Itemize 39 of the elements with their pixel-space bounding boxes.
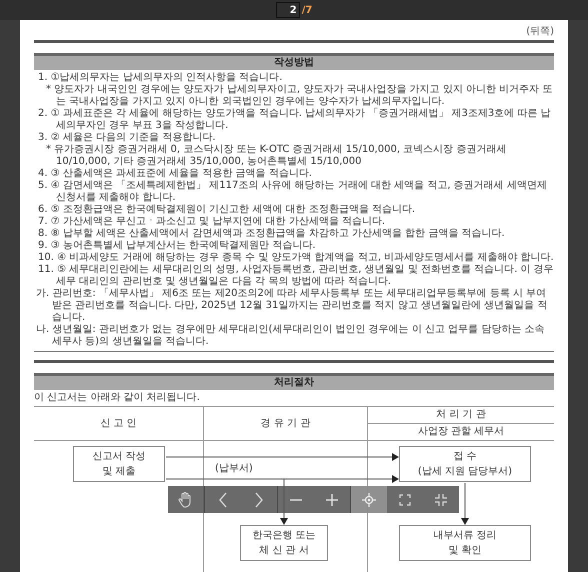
fit-page-button[interactable] (351, 486, 387, 513)
flow-box: 내부서류 정리 및 확인 (399, 525, 531, 561)
instruction-paragraph: 9. ③ 농어촌특별세 납부계산서는 한국예탁결제원만 적습니다. (37, 240, 317, 252)
page-number-field[interactable]: 2 (276, 2, 300, 18)
section-heading: 처리절차 (34, 373, 554, 390)
flow-label: (납부서) (215, 463, 253, 475)
instruction-paragraph: 2. ① 과세표준은 각 세율에 해당하는 양도가액을 적습니다. 납세의무자가 「증권거래세법」 제3조제3호에 따른 납세의무자인 경우 부표 3을 작성합니다. (37, 108, 552, 132)
instruction-paragraph: 8. ⑧ 납부할 세액은 산출세액에서 감면세액과 조정환급액을 차감하고 가산세액을 합한 금액을 적습니다. (37, 228, 506, 240)
instruction-paragraph: 5. ④ 감면세액은 「조세특례제한법」 제117조의 사유에 해당하는 거래에 대한 세액을 적고, 증권거래세 세액면제신청서를 제출해야 합니다. (37, 180, 548, 204)
page-side-label: (뒤쪽) (525, 26, 554, 38)
note-paragraph: * 유가증권시장 증권거래세 0, 코스닥시장 또는 K-OTC 증권거래세 15/10,000, 코넥스시장 증권거래세 10/10,000, 기타 증권거래세 35/10,000, 농어촌특별세 15/10,000 (45, 144, 508, 168)
flow-box: 신고서 작성 및 제출 (73, 446, 165, 482)
chevron-left-icon (219, 492, 227, 508)
note-paragraph: * 양도자가 내국인인 경우에는 양도자가 납세의무자이고, 양도자가 국내사업장을 가지고 있지 아니한 비거주자 또는 국내사업장을 가지고 있지 아니한 외국법인인 경우에는 양수자가 납세의무자입니다. (45, 84, 554, 108)
instruction-paragraph: 10. ④ 비과세양도 거래에 해당하는 경우 종목 수 및 양도가액 합계액을 적고, 비과세양도명세서를 제출해야 합니다. (37, 252, 554, 264)
minus-icon (290, 498, 302, 502)
flow-box: 접 수 (납세 지원 담당부서) (399, 446, 531, 482)
plus-icon (326, 494, 338, 506)
instruction-paragraph: 7. ⑦ 가산세액은 무신고ㆍ과소신고 및 납부지연에 대한 가산세액을 적습니다. (37, 216, 386, 228)
flow-box: 한국은행 또는 체 신 관 서 (240, 525, 328, 561)
column-header: 경 유 기 관 (203, 407, 367, 441)
flow-arrow (461, 482, 469, 525)
section-heading: 작성방법 (34, 53, 554, 70)
chevron-right-icon (255, 492, 263, 508)
instruction-paragraph: 가. 관리번호: 「세무사법」 제6조 또는 제20조의2에 따라 세무사등록부 또는 세무대리업무등록부에 등록 시 부여받은 관리번호를 적습니다. 다만, 2025년 12월 31일까지는 관리번호를 적지 않고 생년월일란에 생년월일을 적습니다. (35, 288, 548, 324)
instruction-paragraph: 6. ⑤ 조정환급액은 한국예탁결제원이 기신고한 세액에 대한 조정환급액을 적습니다. (37, 204, 416, 216)
column-header: 신 고 인 (34, 407, 203, 441)
instruction-paragraph: 나. 생년월일: 관리번호가 없는 경우에만 세무대리인(세무대리인이 법인인 경우에는 이 신고 업무를 담당하는 소속 세무사 등)의 생년월일을 적습니다. (35, 324, 546, 348)
column-subheader: 사업장 관할 세무서 (416, 425, 506, 439)
target-icon (362, 492, 376, 506)
page-count: /7 (302, 4, 312, 18)
corners-icon (399, 494, 411, 506)
instruction-paragraph: 3. ② 세율은 다음의 기준을 적용합니다. (37, 132, 217, 144)
column-header: 처 리 기 관 (368, 407, 554, 424)
instruction-paragraph: 1. ①납세의무자는 납세의무자의 인적사항을 적습니다. (37, 72, 284, 84)
intro-text: 이 신고서는 아래와 같이 처리됩니다. (34, 391, 201, 405)
instruction-paragraph: 4. ③ 산출세액은 과세표준에 세율을 적용한 금액을 적습니다. (37, 168, 313, 180)
instruction-paragraph: 11. ⑤ 세무대리인란에는 세무대리인의 성명, 사업자등록번호, 관리번호, 생년월일 및 전화번호를 적습니다. 이 경우 세무 대리인의 관리번호 및 생년월일은 다음 각 목의 방법에 따라 적습니다. (37, 264, 554, 288)
collapse-icon (434, 492, 448, 506)
